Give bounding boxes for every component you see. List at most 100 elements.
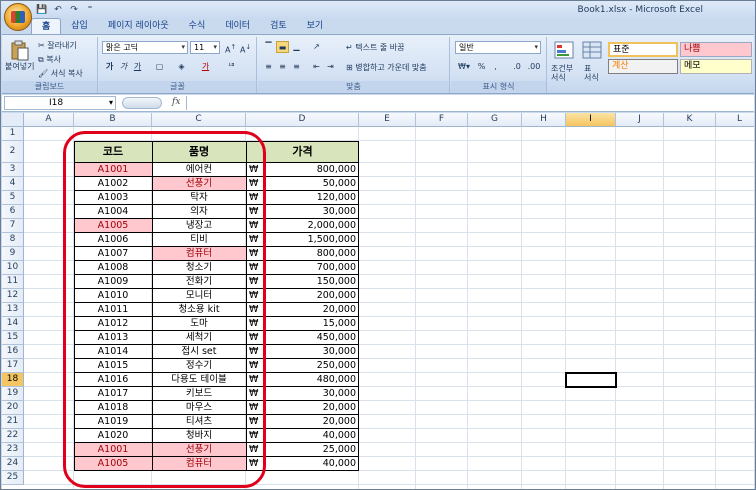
code-cell[interactable]: A1012 [74,317,152,331]
active-cell[interactable] [565,372,617,388]
name-cell[interactable]: 청바지 [152,429,246,443]
row-header-17[interactable]: 17 [2,359,24,373]
price-cell[interactable]: 50,000 [260,177,359,191]
decrease-indent-icon[interactable]: ⇤ [310,61,323,73]
formula-input[interactable] [186,96,752,110]
align-center-icon[interactable]: ≡ [276,61,289,73]
merge-center-button[interactable]: ⊞ 병합하고 가운데 맞춤 [346,62,427,73]
font-color-icon[interactable]: 가 [199,61,212,73]
row-header-1[interactable]: 1 [2,127,24,141]
price-cell[interactable]: 30,000 [260,205,359,219]
code-cell[interactable]: A1018 [74,401,152,415]
percent-icon[interactable]: % [475,61,488,73]
italic-icon[interactable]: 가 [117,61,130,73]
column-header-l[interactable]: L [716,113,754,127]
code-cell[interactable]: A1006 [74,233,152,247]
grow-font-icon[interactable]: A↑ [224,41,237,55]
row-header-18[interactable]: 18 [2,373,24,387]
code-cell[interactable]: A1019 [74,415,152,429]
copy-button[interactable]: ⧉ 복사 [38,54,61,65]
paste-button[interactable]: 붙여넣기 [5,61,34,72]
decrease-decimal-icon[interactable]: .00 [526,61,542,73]
name-cell[interactable]: 선풍기 [152,443,246,457]
code-cell[interactable]: A1016 [74,373,152,387]
row-header-5[interactable]: 5 [2,191,24,205]
price-cell[interactable]: 250,000 [260,359,359,373]
code-cell[interactable]: A1010 [74,289,152,303]
price-cell[interactable]: 20,000 [260,303,359,317]
name-cell[interactable]: 컴퓨터 [152,247,246,261]
name-cell[interactable]: 모니터 [152,289,246,303]
name-cell[interactable]: 정수기 [152,359,246,373]
row-header-13[interactable]: 13 [2,303,24,317]
tab-view[interactable]: 보기 [297,18,334,35]
price-cell[interactable]: 450,000 [260,331,359,345]
code-cell[interactable]: A1002 [74,177,152,191]
price-cell[interactable]: 40,000 [260,457,359,471]
column-header-i[interactable]: I [566,113,616,127]
price-cell[interactable]: 480,000 [260,373,359,387]
name-cell[interactable]: 냉장고 [152,219,246,233]
bold-icon[interactable]: 가 [103,61,116,73]
name-cell[interactable]: 의자 [152,205,246,219]
price-cell[interactable]: 15,000 [260,317,359,331]
price-cell[interactable]: 1,500,000 [260,233,359,247]
name-cell[interactable]: 접시 set [152,345,246,359]
orientation-icon[interactable]: ↗ [310,41,323,53]
name-cell[interactable]: 티비 [152,233,246,247]
select-all-corner[interactable] [2,113,24,127]
tab-page-layout[interactable]: 페이지 레이아웃 [98,18,179,35]
column-header-e[interactable]: E [359,113,416,127]
column-header-k[interactable]: K [664,113,716,127]
row-header-22[interactable]: 22 [2,429,24,443]
price-cell[interactable]: 40,000 [260,429,359,443]
code-cell[interactable]: A1015 [74,359,152,373]
wrap-text-button[interactable]: ↵ 텍스트 줄 바꿈 [346,42,405,53]
code-cell[interactable]: A1013 [74,331,152,345]
column-header-c[interactable]: C [152,113,246,127]
row-header-16[interactable]: 16 [2,345,24,359]
paste-icon[interactable] [10,40,30,61]
border-icon[interactable]: ▢ [153,61,166,73]
table-format-button[interactable]: 표 서식 [584,64,599,82]
table-format-icon[interactable] [582,41,602,61]
tab-insert[interactable]: 삽입 [61,18,98,35]
row-header-20[interactable]: 20 [2,401,24,415]
row-header-2[interactable]: 2 [2,141,24,163]
cut-button[interactable]: ✂ 잘라내기 [38,40,77,51]
row-header-21[interactable]: 21 [2,415,24,429]
column-header-b[interactable]: B [74,113,152,127]
row-header-14[interactable]: 14 [2,317,24,331]
code-cell[interactable]: A1020 [74,429,152,443]
currency-format-icon[interactable]: ₩▾ [455,61,473,73]
row-header-11[interactable]: 11 [2,275,24,289]
font-name-combo[interactable]: 맑은 고딕 [102,41,188,54]
price-cell[interactable]: 200,000 [260,289,359,303]
row-header-9[interactable]: 9 [2,247,24,261]
name-cell[interactable]: 세척기 [152,331,246,345]
code-cell[interactable]: A1005 [74,457,152,471]
conditional-format-icon[interactable] [554,41,574,61]
code-cell[interactable]: A1017 [74,387,152,401]
price-cell[interactable]: 800,000 [260,247,359,261]
column-header-h[interactable]: H [522,113,566,127]
number-format-combo[interactable]: 일반 [455,41,541,54]
code-cell[interactable]: A1009 [74,275,152,289]
name-cell[interactable]: 전화기 [152,275,246,289]
row-header-25[interactable]: 25 [2,471,24,485]
column-header-a[interactable]: A [24,113,74,127]
tab-data[interactable]: 데이터 [215,18,260,35]
align-bottom-icon[interactable]: ▁ [290,41,303,53]
column-header-g[interactable]: G [468,113,522,127]
office-button[interactable] [4,3,32,31]
align-top-icon[interactable]: ▔ [262,41,275,53]
row-header-3[interactable]: 3 [2,163,24,177]
price-cell[interactable]: 120,000 [260,191,359,205]
code-cell[interactable]: A1004 [74,205,152,219]
code-cell[interactable]: A1001 [74,163,152,177]
increase-indent-icon[interactable]: ⇥ [324,61,337,73]
font-size-combo[interactable]: 11 [190,41,220,54]
column-header-d[interactable]: D [246,113,359,127]
code-cell[interactable]: A1007 [74,247,152,261]
align-right-icon[interactable]: ≡ [290,61,303,73]
